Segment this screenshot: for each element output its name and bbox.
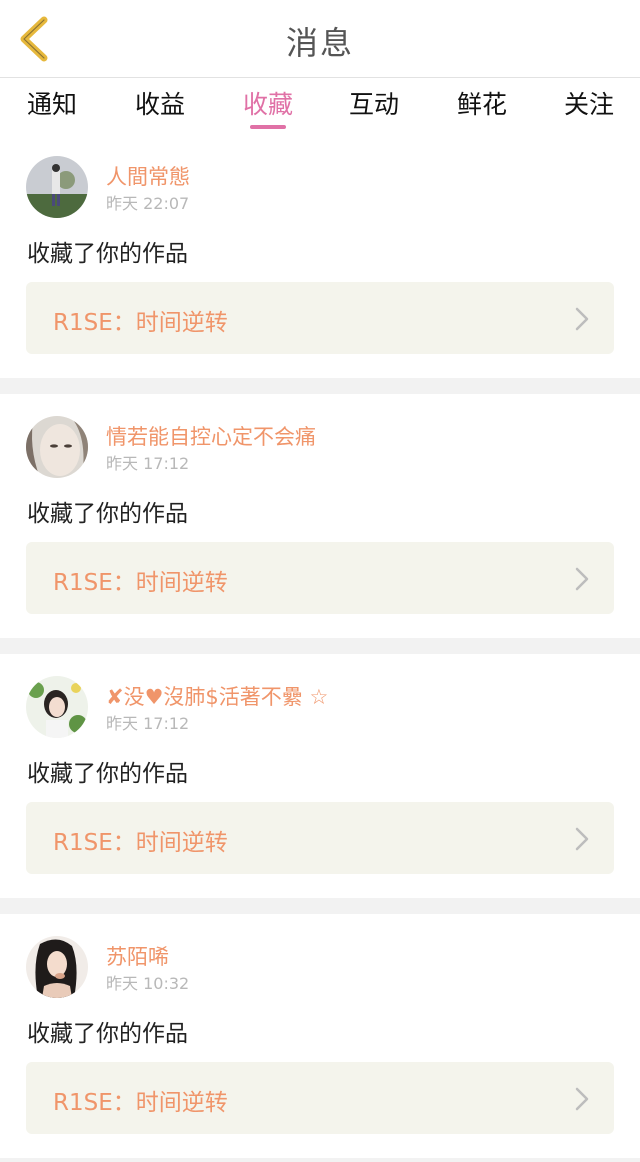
work-link[interactable]: R1SE：时间逆转 xyxy=(26,542,614,614)
username[interactable]: ✘没♥沒肺$活著不纍 ☆ xyxy=(106,681,328,711)
tab-bar: 通知 收益 收藏 互动 鲜花 关注 xyxy=(0,79,640,131)
username[interactable]: 人間常態 xyxy=(106,161,190,191)
active-tab-indicator xyxy=(250,125,286,129)
tab-interactions[interactable]: 互动 xyxy=(334,85,414,121)
work-link[interactable]: R1SE：时间逆转 xyxy=(26,1062,614,1134)
username[interactable]: 苏陌唏 xyxy=(106,941,169,971)
list-item: 人間常態 昨天 22:07 收藏了你的作品 R1SE：时间逆转 xyxy=(0,134,640,378)
work-link[interactable]: R1SE：时间逆转 xyxy=(26,802,614,874)
divider xyxy=(0,378,640,394)
list-item: 情若能自控心定不会痛 昨天 17:12 收藏了你的作品 R1SE：时间逆转 xyxy=(0,394,640,638)
user-avatar[interactable] xyxy=(26,416,88,478)
timestamp: 昨天 10:32 xyxy=(106,974,190,993)
tab-following[interactable]: 关注 xyxy=(549,85,629,121)
user-avatar[interactable] xyxy=(26,936,88,998)
timestamp: 昨天 17:12 xyxy=(106,714,190,733)
timestamp: 昨天 17:12 xyxy=(106,454,190,473)
list-item: 苏陌唏 昨天 10:32 收藏了你的作品 R1SE：时间逆转 xyxy=(0,914,640,1158)
tab-flowers[interactable]: 鲜花 xyxy=(442,85,522,121)
work-title: R1SE：时间逆转 xyxy=(53,310,228,336)
username[interactable]: 情若能自控心定不会痛 xyxy=(106,421,316,451)
user-avatar[interactable] xyxy=(26,156,88,218)
action-text: 收藏了你的作品 xyxy=(27,501,188,527)
tab-notifications[interactable]: 通知 xyxy=(12,85,92,121)
work-title: R1SE：时间逆转 xyxy=(53,570,228,596)
tab-favorites[interactable]: 收藏 xyxy=(228,85,308,121)
chevron-right-icon xyxy=(575,567,589,591)
action-text: 收藏了你的作品 xyxy=(27,1021,188,1047)
divider xyxy=(0,898,640,914)
chevron-right-icon xyxy=(575,1087,589,1111)
divider xyxy=(0,1158,640,1162)
divider xyxy=(0,638,640,654)
action-text: 收藏了你的作品 xyxy=(27,241,188,267)
work-link[interactable]: R1SE：时间逆转 xyxy=(26,282,614,354)
page-title: 消息 xyxy=(285,24,354,62)
chevron-right-icon xyxy=(575,827,589,851)
work-title: R1SE：时间逆转 xyxy=(53,830,228,856)
action-text: 收藏了你的作品 xyxy=(27,761,188,787)
tab-earnings[interactable]: 收益 xyxy=(120,85,200,121)
work-title: R1SE：时间逆转 xyxy=(53,1090,228,1116)
header-bar: 消息 xyxy=(0,0,640,78)
timestamp: 昨天 22:07 xyxy=(106,194,190,213)
chevron-right-icon xyxy=(575,307,589,331)
user-avatar[interactable] xyxy=(26,676,88,738)
list-item: ✘没♥沒肺$活著不纍 ☆ 昨天 17:12 收藏了你的作品 R1SE：时间逆转 xyxy=(0,654,640,898)
